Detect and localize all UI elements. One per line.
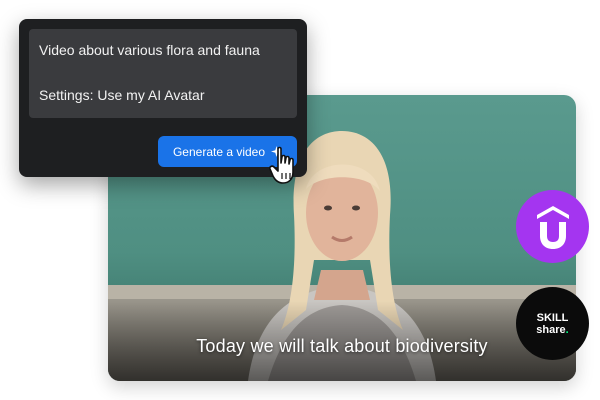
skillshare-logo-top: SKILL xyxy=(536,311,569,324)
prompt-topic-text: Video about various flora and fauna xyxy=(39,42,260,58)
video-caption: Today we will talk about biodiversity xyxy=(196,336,488,356)
prompt-panel: Video about various flora and fauna Sett… xyxy=(19,19,307,177)
udemy-logo xyxy=(516,190,589,263)
prompt-input[interactable]: Video about various flora and fauna Sett… xyxy=(29,29,297,118)
skillshare-logo: SKILL share. xyxy=(516,287,589,360)
udemy-mark-icon xyxy=(536,205,569,249)
skillshare-logo-bottom: share. xyxy=(536,323,569,336)
hand-pointer-icon xyxy=(269,146,294,184)
generate-video-label: Generate a video xyxy=(172,144,266,159)
prompt-settings-text: Settings: Use my AI Avatar xyxy=(39,87,205,103)
